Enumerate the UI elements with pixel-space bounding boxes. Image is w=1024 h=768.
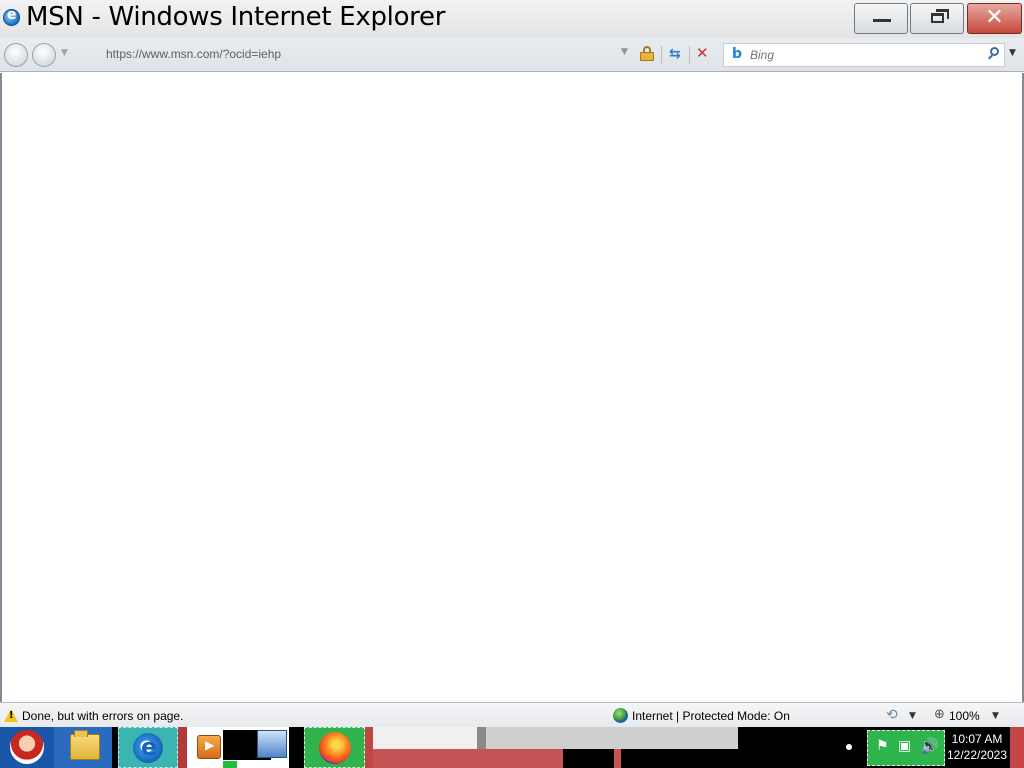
address-url[interactable]: https://www.msn.com/?ocid=iehp [106,47,281,61]
notification-dot [846,744,852,750]
taskbar-region [614,749,621,768]
taskbar-region [373,749,563,768]
network-icon[interactable]: ▣ [898,738,911,754]
taskbar: ⚑ ▣ 🔊 10:07 AM 12/22/2023 [0,727,1024,768]
status-message[interactable]: Done, but with errors on page. [22,709,183,723]
search-input[interactable] [750,47,980,63]
navigation-bar: ▼ https://www.msn.com/?ocid=iehp ▼ ⇆ ✕ b… [0,38,1024,72]
title-bar: MSN - Windows Internet Explorer ✕ [0,0,1024,38]
status-bar: ! Done, but with errors on page. Interne… [0,702,1024,727]
start-button[interactable] [0,727,54,768]
desktop: MSN - Windows Internet Explorer ✕ ▼ http… [0,0,1024,768]
search-options-dropdown-icon[interactable]: ▼ [1009,48,1016,58]
media-player-icon [197,735,221,759]
taskbar-region [486,727,738,749]
zoom-icon[interactable]: ⊕ [934,707,945,722]
warning-mark: ! [9,710,14,721]
minimize-button[interactable] [854,3,908,34]
action-center-icon[interactable]: ⚑ [876,738,889,754]
taskbar-indicator [223,761,237,768]
recent-pages-dropdown-icon[interactable]: ▼ [61,48,68,58]
taskbar-strip [178,727,187,768]
protected-mode-icon[interactable]: ⟲ [886,707,898,723]
taskbar-region [373,727,477,749]
page-content[interactable] [0,73,1024,702]
clock[interactable]: 10:07 AM 12/22/2023 [946,731,1008,763]
taskbar-firefox-button[interactable] [304,727,365,768]
separator [661,46,662,64]
remote-desktop-icon[interactable] [257,730,287,758]
taskbar-ie-button[interactable] [118,727,178,768]
security-zone[interactable]: Internet | Protected Mode: On [632,709,790,723]
taskbar-media-button[interactable] [187,727,289,768]
folder-icon [70,730,100,760]
back-button[interactable] [4,43,28,67]
search-icon[interactable] [988,47,1000,60]
address-bar[interactable]: https://www.msn.com/?ocid=iehp [100,43,660,67]
globe-icon [613,708,628,723]
zoom-level[interactable]: 100% [949,709,980,723]
close-icon: ✕ [985,5,1004,30]
firefox-icon [319,732,351,764]
close-button[interactable]: ✕ [967,3,1022,34]
restore-icon [931,13,944,23]
santa-icon [10,730,44,764]
taskbar-scroll-thumb[interactable] [477,727,486,749]
address-dropdown-icon[interactable]: ▼ [621,47,628,57]
bing-icon: b [732,46,743,62]
clock-date: 12/22/2023 [946,748,1008,762]
ie-icon [133,733,163,763]
stop-icon[interactable]: ✕ [696,44,709,62]
taskbar-explorer-button[interactable] [54,727,112,768]
taskbar-strip [365,727,373,768]
minimize-icon [873,19,891,22]
volume-icon[interactable]: 🔊 [920,737,939,755]
search-box[interactable]: b [723,43,1005,67]
restore-button[interactable] [910,3,964,34]
window-title: MSN - Windows Internet Explorer [26,2,446,32]
lock-icon[interactable] [640,46,654,61]
forward-button[interactable] [32,43,56,67]
refresh-icon[interactable]: ⇆ [669,46,681,62]
zoom-dropdown-icon[interactable]: ▼ [992,711,999,721]
clock-time: 10:07 AM [951,732,1003,746]
separator [689,46,690,64]
ie-icon[interactable] [3,7,20,26]
show-desktop-button[interactable] [1010,727,1024,768]
system-tray: ⚑ ▣ 🔊 [867,730,945,766]
protected-mode-dropdown-icon[interactable]: ▼ [909,711,916,721]
